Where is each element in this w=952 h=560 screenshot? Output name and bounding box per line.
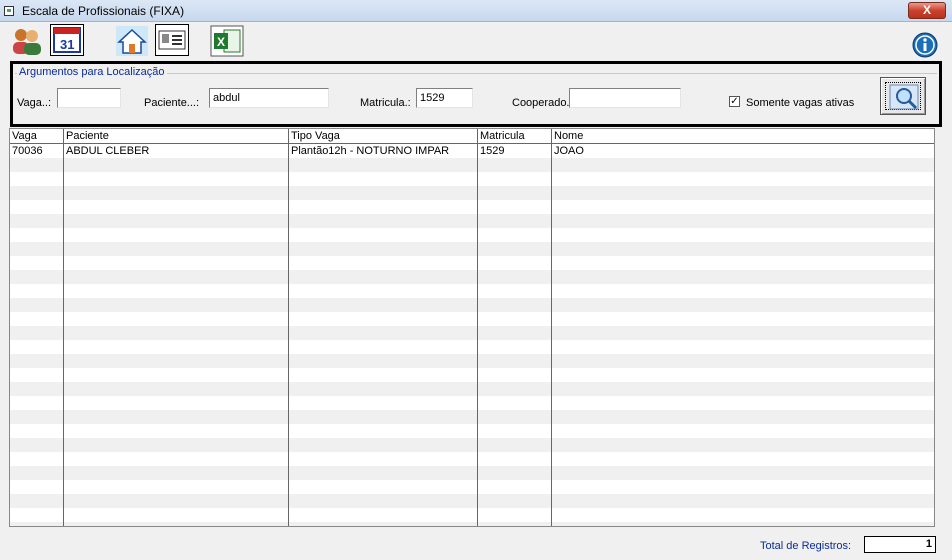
calendar-icon: 31 (53, 27, 81, 53)
toolbar: 31 X (0, 22, 952, 60)
search-button[interactable] (880, 77, 926, 115)
calendar-button[interactable]: 31 (50, 24, 84, 56)
title-bar: Escala de Profissionais (FIXA) X (0, 0, 952, 22)
column-header-paciente[interactable]: Paciente (64, 129, 289, 144)
column-divider (477, 144, 478, 526)
cell-vaga: 70036 (12, 145, 43, 157)
cell-paciente: ABDUL CLEBER (66, 145, 150, 157)
column-header-nome[interactable]: Nome (552, 129, 934, 144)
total-records-value: 1 (864, 536, 936, 553)
active-only-checkbox[interactable]: ✓ (729, 96, 740, 107)
cell-tipo-vaga: Plantão12h - NOTURNO IMPAR (291, 145, 450, 157)
column-header-tipo-vaga[interactable]: Tipo Vaga (289, 129, 478, 144)
search-button-focus (885, 82, 921, 110)
total-records-label: Total de Registros: (760, 540, 852, 552)
info-button[interactable] (912, 32, 938, 58)
id-card-icon (158, 30, 186, 50)
id-card-button[interactable] (155, 24, 189, 56)
column-divider (288, 144, 289, 526)
paciente-input[interactable]: abdul (209, 88, 329, 108)
search-panel-legend: Argumentos para Localização (17, 66, 167, 78)
grid-rows: 70036 ABDUL CLEBER Plantão12h - NOTURNO … (10, 144, 934, 526)
window-title: Escala de Profissionais (FIXA) (22, 4, 185, 18)
home-icon (116, 26, 148, 56)
app-icon[interactable] (4, 6, 14, 16)
vaga-input[interactable] (57, 88, 121, 108)
search-arguments-panel: Argumentos para Localização Vaga..: Paci… (10, 61, 942, 127)
column-divider (551, 144, 552, 526)
cell-nome: JOAO (554, 145, 584, 157)
matricula-input[interactable]: 1529 (416, 88, 473, 108)
matricula-label: Matricula.: (360, 97, 411, 109)
excel-export-button[interactable]: X (209, 24, 244, 57)
magnifier-icon (889, 84, 919, 110)
cell-matricula: 1529 (480, 145, 505, 157)
users-button[interactable] (8, 24, 42, 56)
close-button[interactable]: X (908, 2, 946, 19)
svg-text:31: 31 (60, 37, 74, 52)
vaga-label: Vaga..: (17, 97, 52, 109)
cooperado-label: Cooperado. (512, 97, 570, 109)
results-grid[interactable]: Vaga Paciente Tipo Vaga Matricula Nome 7… (9, 128, 935, 527)
table-row[interactable]: 70036 ABDUL CLEBER Plantão12h - NOTURNO … (10, 144, 934, 158)
column-header-matricula[interactable]: Matricula (478, 129, 552, 144)
cooperado-input[interactable] (569, 88, 681, 108)
column-header-vaga[interactable]: Vaga (10, 129, 64, 144)
home-button[interactable] (114, 24, 148, 56)
column-divider (63, 144, 64, 526)
excel-icon: X (210, 25, 244, 57)
info-icon (912, 32, 938, 58)
grid-header: Vaga Paciente Tipo Vaga Matricula Nome (10, 129, 934, 144)
users-icon (13, 29, 41, 55)
svg-text:X: X (217, 35, 225, 49)
paciente-label: Paciente...: (144, 97, 200, 109)
active-only-label: Somente vagas ativas (746, 97, 855, 109)
